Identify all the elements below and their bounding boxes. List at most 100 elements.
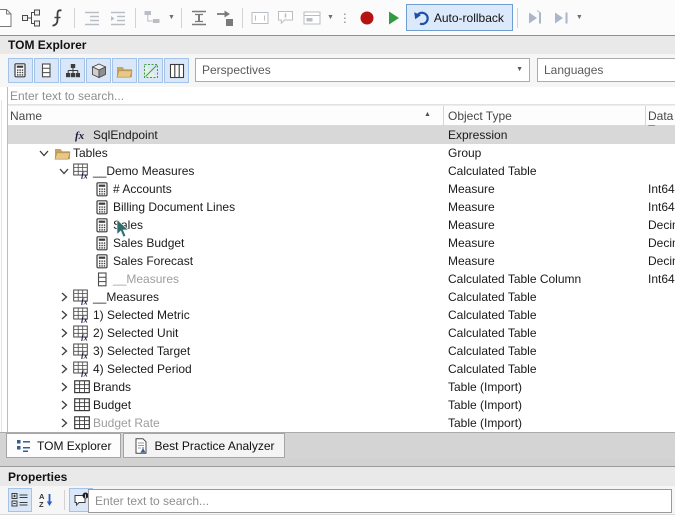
properties-panel-title: Properties — [0, 466, 675, 486]
splitter[interactable] — [0, 459, 675, 466]
calc-table-icon: fx — [72, 163, 92, 179]
show-hierarchies-icon — [65, 63, 81, 79]
svg-text:fx: fx — [81, 316, 88, 324]
tree-row-budget[interactable]: Budget Table (Import) — [8, 396, 675, 414]
languages-combobox[interactable]: Languages — [537, 58, 675, 82]
tree-row-measures[interactable]: __Measures Calculated Table Column Int64 — [8, 270, 675, 288]
chevron-down-icon[interactable]: ▼ — [516, 66, 523, 73]
chevron-right-icon[interactable] — [56, 345, 72, 357]
app-window: { "top_toolbar": { "items": [ {"type":"i… — [0, 0, 675, 521]
tree-row-brands[interactable]: Brands Table (Import) — [8, 378, 675, 396]
chevron-right-icon[interactable] — [56, 381, 72, 393]
calc-table-icon: fx — [72, 325, 92, 341]
chevron-down-icon[interactable] — [36, 147, 52, 159]
tree-row-1-selected-metric[interactable]: fx 1) Selected Metric Calculated Table — [8, 306, 675, 324]
toolbar-separator — [241, 7, 243, 28]
new-document-icon[interactable] — [0, 6, 17, 30]
auto-rollback-button[interactable]: Auto-rollback — [405, 4, 513, 31]
tree-row-measures[interactable]: fx __Measures Calculated Table — [8, 288, 675, 306]
column-divider[interactable] — [443, 106, 444, 127]
object-name: Sales Forecast — [113, 254, 194, 268]
object-type: Measure — [448, 182, 495, 196]
tree-row-3-selected-target[interactable]: fx 3) Selected Target Calculated Table — [8, 342, 675, 360]
play-icon[interactable] — [381, 6, 405, 30]
tom-explorer-search-input[interactable]: Enter text to search... — [8, 87, 675, 105]
chevron-down-icon[interactable]: ▼ — [576, 14, 583, 21]
tree-list-icon — [16, 438, 32, 454]
tree-row-sales-forecast[interactable]: Sales Forecast Measure Decimal — [8, 252, 675, 270]
object-name: __Demo Measures — [93, 164, 195, 178]
object-type: Calculated Table Column — [448, 272, 582, 286]
tom-explorer-panel-title: TOM Explorer — [0, 35, 675, 54]
column-divider[interactable] — [645, 106, 646, 127]
show-folders-button[interactable] — [112, 58, 137, 83]
data-type: Decimal — [648, 254, 675, 268]
form-window-icon — [300, 6, 324, 30]
show-columns-icon — [41, 63, 52, 78]
script-icon[interactable] — [45, 6, 69, 30]
object-type: Calculated Table — [448, 344, 537, 358]
chevron-right-icon[interactable] — [56, 417, 72, 429]
chevron-right-icon[interactable] — [56, 363, 72, 375]
indent-lines-icon — [80, 6, 104, 30]
toolbar-overflow-handle[interactable]: ⋮ — [339, 11, 351, 25]
tree-row-billing-document-lines[interactable]: Billing Document Lines Measure Int64 — [8, 198, 675, 216]
show-hierarchies-button[interactable] — [60, 58, 85, 83]
show-kpis-button[interactable] — [86, 58, 111, 83]
goto-icon[interactable] — [213, 6, 237, 30]
model-tree: fx SqlEndpoint Expression Tables Group fx __De… — [8, 126, 675, 432]
categorized-button[interactable] — [8, 488, 32, 512]
chevron-right-icon[interactable] — [56, 309, 72, 321]
object-name: Tables — [73, 146, 108, 160]
object-type: Calculated Table — [448, 362, 537, 376]
main-toolbar: ▼ ▼ ⋮ Auto-rollback ▼ — [0, 0, 675, 35]
measure-icon — [92, 217, 112, 233]
tab-tom-explorer[interactable]: TOM Explorer — [6, 433, 122, 458]
toolbar-separator — [135, 7, 136, 28]
calc-table-icon: fx — [72, 343, 92, 359]
table-icon — [72, 398, 92, 412]
object-type: Expression — [448, 128, 508, 142]
show-partitions-button[interactable] — [138, 58, 163, 83]
model-tree-icon[interactable] — [19, 6, 43, 30]
measure-icon — [92, 253, 112, 269]
calc-table-icon: fx — [72, 289, 92, 305]
align-stack-icon[interactable] — [187, 6, 211, 30]
object-type: Group — [448, 146, 482, 160]
tree-row-sales-budget[interactable]: Sales BudgetMeasureDecimal — [8, 234, 675, 252]
tree-row-2-selected-unit[interactable]: fx 2) Selected Unit Calculated Table — [8, 324, 675, 342]
tree-row-budget-rate[interactable]: Budget Rate Table (Import) — [8, 414, 675, 432]
record-icon[interactable] — [355, 6, 379, 30]
tab-best-practice-analyzer[interactable]: Best Practice Analyzer — [123, 433, 285, 458]
chevron-right-icon[interactable] — [56, 327, 72, 339]
chevron-down-icon[interactable] — [56, 165, 72, 177]
properties-search-input[interactable]: Enter text to search... — [88, 489, 672, 513]
chevron-right-icon[interactable] — [56, 291, 72, 303]
perspectives-combobox[interactable]: Perspectives ▼ — [195, 58, 530, 82]
show-columns-button[interactable] — [34, 58, 59, 83]
tree-row-4-selected-period[interactable]: fx 4) Selected Period Calculated Table — [8, 360, 675, 378]
toolbar-separator — [74, 7, 75, 28]
chevron-right-icon[interactable] — [56, 399, 72, 411]
chevron-down-icon[interactable]: ▼ — [327, 14, 334, 21]
tree-row-demo-measures[interactable]: fx __Demo Measures Calculated Table — [8, 162, 675, 180]
object-name: __Measures — [93, 290, 160, 304]
tree-row-sqlendpoint[interactable]: fx SqlEndpoint Expression — [8, 126, 675, 144]
chevron-down-icon[interactable]: ▼ — [168, 14, 175, 21]
tree-row-accounts[interactable]: # Accounts Measure Int64 — [8, 180, 675, 198]
column-header-object-type[interactable]: Object Type — [448, 109, 512, 123]
svg-text:fx: fx — [75, 130, 85, 142]
alphabetical-sort-button[interactable]: AZ — [34, 488, 58, 512]
object-type: Table (Import) — [448, 416, 523, 430]
tree-row-sales[interactable]: SalesMeasureDecimal — [8, 216, 675, 234]
table-icon — [72, 380, 92, 394]
calc-table-icon: fx — [72, 361, 92, 377]
measure-icon — [92, 181, 112, 197]
column-header-name[interactable]: Name — [10, 109, 42, 123]
tree-row-tables[interactable]: Tables Group — [8, 144, 675, 162]
show-measures-button[interactable] — [8, 58, 33, 83]
data-type: Int64 — [648, 272, 675, 286]
frame-icon — [248, 6, 272, 30]
bottom-tab-strip: TOM Explorer Best Practice Analyzer — [0, 432, 675, 460]
show-table-columns-button[interactable] — [164, 58, 189, 83]
